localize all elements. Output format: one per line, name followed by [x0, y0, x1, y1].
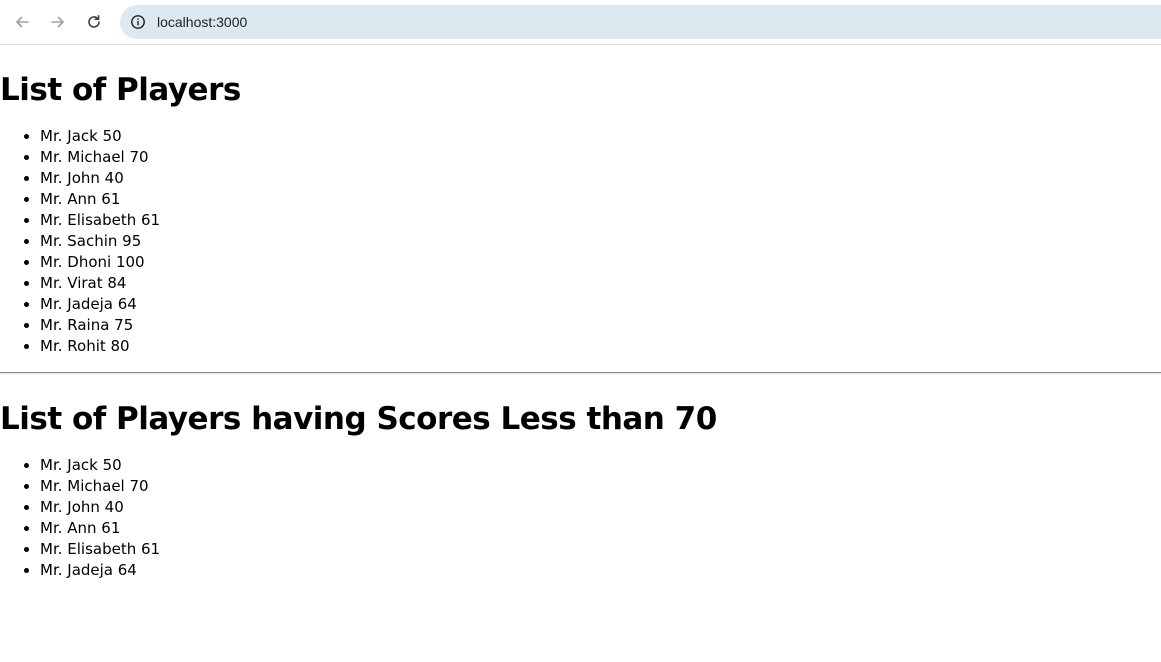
- list-item: Mr. Dhoni 100: [40, 252, 1161, 273]
- browser-toolbar: localhost:3000: [0, 0, 1161, 45]
- list-item: Mr. Jack 50: [40, 126, 1161, 147]
- reload-button[interactable]: [80, 8, 108, 36]
- back-button[interactable]: [8, 8, 36, 36]
- reload-icon: [88, 15, 100, 28]
- list-item: Mr. John 40: [40, 168, 1161, 189]
- list-item: Mr. Michael 70: [40, 476, 1161, 497]
- list-item: Mr. Raina 75: [40, 315, 1161, 336]
- list-item: Mr. Jadeja 64: [40, 294, 1161, 315]
- page-content: List of Players Mr. Jack 50Mr. Michael 7…: [0, 45, 1161, 581]
- list-item: Mr. Rohit 80: [40, 336, 1161, 357]
- list-item: Mr. Ann 61: [40, 518, 1161, 539]
- url-text[interactable]: localhost:3000: [157, 14, 247, 30]
- address-bar[interactable]: localhost:3000: [120, 5, 1161, 39]
- list-item: Mr. Virat 84: [40, 273, 1161, 294]
- list-item: Mr. Elisabeth 61: [40, 539, 1161, 560]
- list-item: Mr. Elisabeth 61: [40, 210, 1161, 231]
- list-item: Mr. Ann 61: [40, 189, 1161, 210]
- filtered-player-list: Mr. Jack 50Mr. Michael 70Mr. John 40Mr. …: [0, 455, 1161, 581]
- list-item: Mr. Michael 70: [40, 147, 1161, 168]
- list-item: Mr. John 40: [40, 497, 1161, 518]
- arrow-left-icon: [16, 16, 29, 28]
- list-item: Mr. Jack 50: [40, 455, 1161, 476]
- site-info-button[interactable]: [130, 14, 146, 30]
- filtered-title: List of Players having Scores Less than …: [0, 401, 717, 438]
- page-title: List of Players: [0, 72, 241, 108]
- arrow-right-icon: [51, 16, 64, 28]
- player-list: Mr. Jack 50Mr. Michael 70Mr. John 40Mr. …: [0, 126, 1161, 357]
- list-item: Mr. Sachin 95: [40, 231, 1161, 252]
- forward-button[interactable]: [44, 8, 72, 36]
- info-icon: [131, 15, 145, 29]
- list-item: Mr. Jadeja 64: [40, 560, 1161, 581]
